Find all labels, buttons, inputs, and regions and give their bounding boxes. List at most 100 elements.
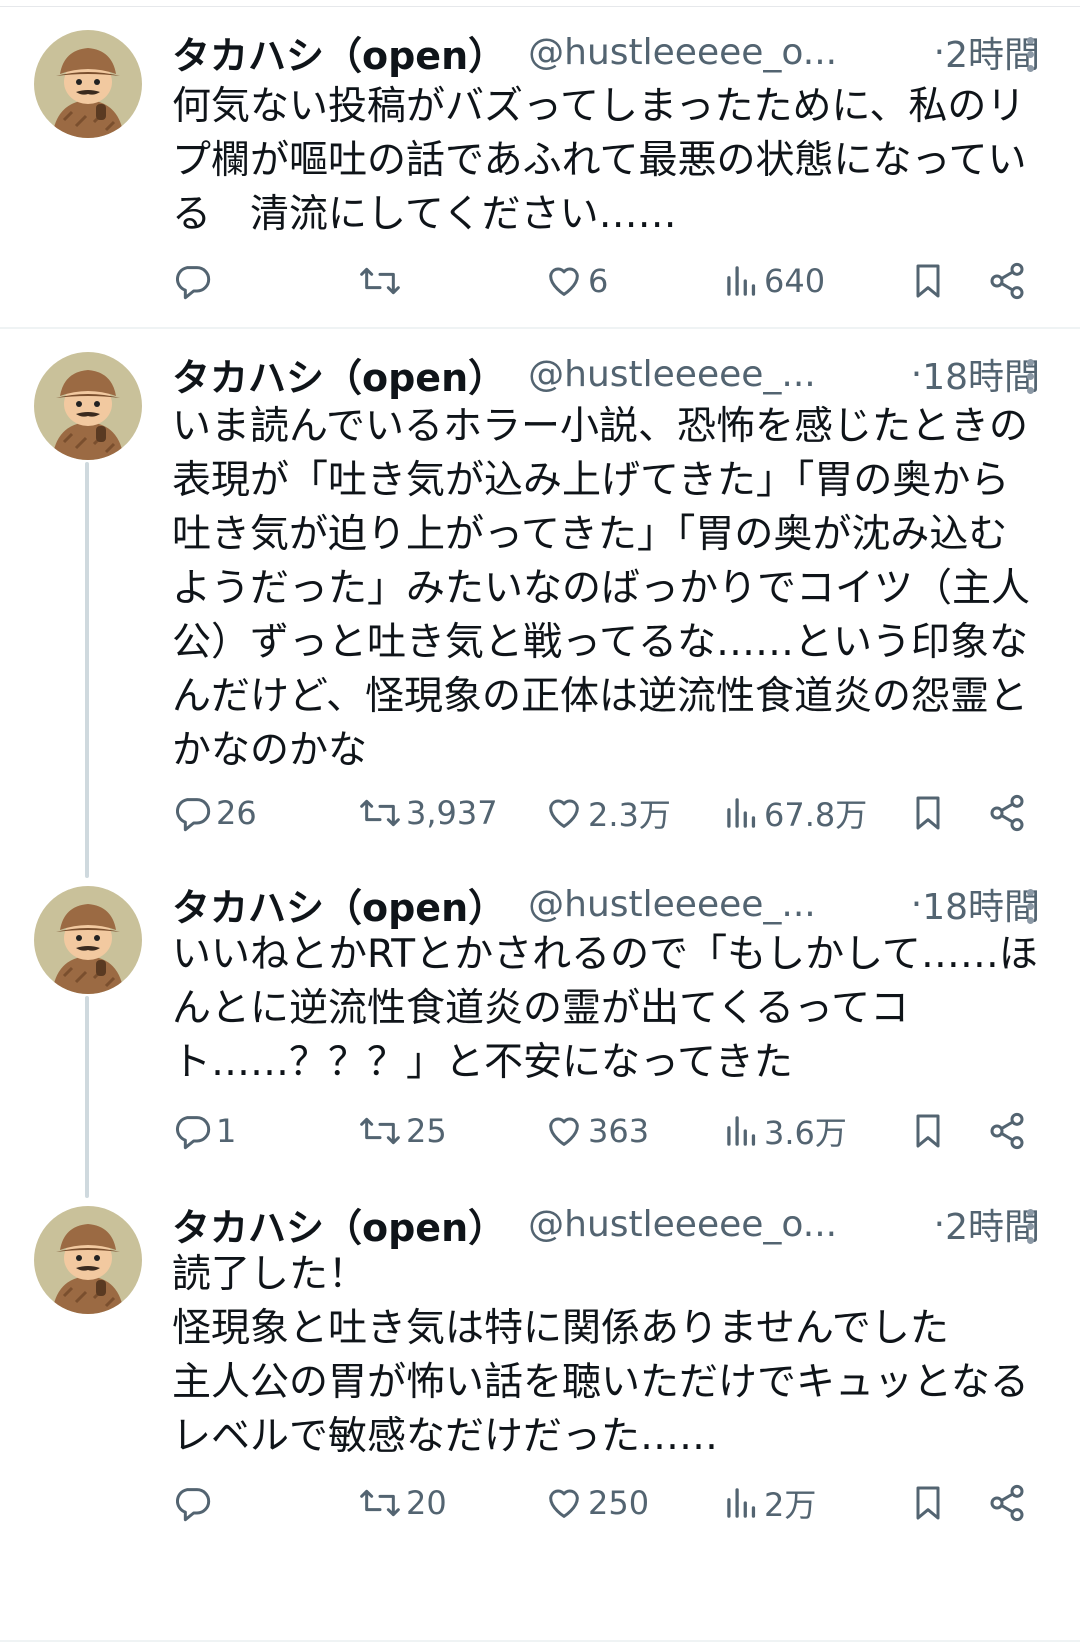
separator-dot: · xyxy=(933,31,946,73)
like-count: 6 xyxy=(588,262,609,300)
retweet-button[interactable]: 20 xyxy=(358,1478,447,1528)
like-button[interactable]: 250 xyxy=(544,1478,649,1528)
user-handle[interactable]: @hustleeeee_... xyxy=(528,884,905,925)
retweet-button[interactable]: 25 xyxy=(358,1106,447,1156)
heart-icon xyxy=(549,267,579,296)
views-button[interactable]: 3.6万 xyxy=(724,1106,847,1156)
tweet-divider xyxy=(0,327,1080,329)
views-icon xyxy=(727,798,756,828)
share-button[interactable] xyxy=(987,1106,1027,1156)
action-bar: 6 640 xyxy=(172,256,1042,306)
more-icon[interactable] xyxy=(1024,1206,1036,1246)
heart-icon xyxy=(549,1117,579,1146)
share-button[interactable] xyxy=(987,256,1027,306)
share-icon xyxy=(990,1112,1024,1150)
reply-count: 26 xyxy=(216,794,257,832)
separator-dot: · xyxy=(933,1203,946,1245)
timestamp[interactable]: 18時間 xyxy=(922,878,1040,930)
display-name[interactable]: タカハシ（open） xyxy=(172,1197,506,1252)
reply-button[interactable]: 26 xyxy=(172,788,257,838)
like-button[interactable]: 363 xyxy=(544,1106,649,1156)
share-icon xyxy=(990,262,1024,300)
separator-dot: · xyxy=(910,883,923,925)
retweet-icon xyxy=(360,267,400,295)
view-count: 67.8万 xyxy=(764,796,868,834)
bookmark-button[interactable] xyxy=(908,256,948,306)
tweet-header: タカハシ（open） @hustleeeee_... · 18時間 xyxy=(172,344,1040,404)
bookmark-icon xyxy=(916,1114,940,1148)
retweet-button[interactable] xyxy=(358,256,406,306)
action-bar: 26 3,937 2.3万 67.8万 xyxy=(172,788,1042,838)
views-button[interactable]: 640 xyxy=(724,256,825,306)
share-button[interactable] xyxy=(987,1478,1027,1528)
tweet-header: タカハシ（open） @hustleeeee_... · 18時間 xyxy=(172,874,1040,934)
user-handle[interactable]: @hustleeeee_... xyxy=(528,354,905,395)
user-handle[interactable]: @hustleeeee_o... xyxy=(528,1204,928,1245)
more-icon[interactable] xyxy=(1024,886,1036,926)
bookmark-icon xyxy=(916,796,940,830)
avatar[interactable] xyxy=(34,886,142,994)
retweet-icon xyxy=(360,1117,400,1145)
share-icon xyxy=(990,1484,1024,1522)
reply-button[interactable] xyxy=(172,1478,216,1528)
avatar[interactable] xyxy=(34,30,142,138)
like-count: 363 xyxy=(588,1112,650,1150)
reply-icon xyxy=(175,1488,211,1522)
tweet-header: タカハシ（open） @hustleeeee_o... · 2時間 xyxy=(172,1194,1040,1254)
tweet-header: タカハシ（open） @hustleeeee_o... · 2時間 xyxy=(172,22,1040,82)
reply-icon xyxy=(175,1116,211,1150)
reply-count: 1 xyxy=(216,1112,237,1150)
retweet-icon xyxy=(360,1489,400,1517)
view-count: 2万 xyxy=(764,1486,817,1524)
avatar[interactable] xyxy=(34,352,142,460)
bookmark-icon xyxy=(916,264,940,298)
bookmark-button[interactable] xyxy=(908,1478,948,1528)
display-name[interactable]: タカハシ（open） xyxy=(172,877,506,932)
reply-icon xyxy=(175,798,211,832)
like-button[interactable]: 6 xyxy=(544,256,608,306)
bookmark-icon xyxy=(916,1486,940,1520)
reply-icon xyxy=(175,266,211,300)
bookmark-button[interactable] xyxy=(908,788,948,838)
views-icon xyxy=(727,1116,756,1146)
tweet-text: いいねとかRTとかされるので「もしかして……ほんとに逆流性食道炎の霊が出てくるっ… xyxy=(172,932,1038,1085)
tweet-divider xyxy=(0,1640,1080,1642)
top-divider xyxy=(0,6,1080,7)
more-icon[interactable] xyxy=(1024,34,1036,74)
reply-button[interactable] xyxy=(172,256,216,306)
action-bar: 1 25 363 3.6万 xyxy=(172,1106,1042,1156)
bookmark-button[interactable] xyxy=(908,1106,948,1156)
views-icon xyxy=(727,266,756,296)
timestamp[interactable]: 18時間 xyxy=(922,348,1040,400)
view-count: 640 xyxy=(764,262,826,300)
action-bar: 20 250 2万 xyxy=(172,1478,1042,1528)
separator-dot: · xyxy=(910,353,923,395)
views-button[interactable]: 2万 xyxy=(724,1478,816,1528)
like-count: 2.3万 xyxy=(588,796,671,834)
heart-icon xyxy=(549,1489,579,1518)
retweet-count: 25 xyxy=(406,1112,447,1150)
views-icon xyxy=(727,1488,756,1518)
reply-button[interactable]: 1 xyxy=(172,1106,236,1156)
heart-icon xyxy=(549,799,579,828)
tweet-text: 読了した！ 怪現象と吐き気は特に関係ありませんでした 主人公の胃が怖い話を聴いた… xyxy=(172,1252,1029,1459)
more-icon[interactable] xyxy=(1024,356,1036,396)
user-handle[interactable]: @hustleeeee_o... xyxy=(528,32,928,73)
share-icon xyxy=(990,794,1024,832)
like-button[interactable]: 2.3万 xyxy=(544,788,671,838)
thread-line xyxy=(85,462,89,878)
retweet-count: 20 xyxy=(406,1484,447,1522)
view-count: 3.6万 xyxy=(764,1114,847,1152)
avatar[interactable] xyxy=(34,1206,142,1314)
display-name[interactable]: タカハシ（open） xyxy=(172,347,506,402)
tweet-text: いま読んでいるホラー小説、恐怖を感じたときの表現が「吐き気が込み上げてきた」「胃… xyxy=(172,404,1031,773)
views-button[interactable]: 67.8万 xyxy=(724,788,867,838)
like-count: 250 xyxy=(588,1484,650,1522)
thread-line xyxy=(85,996,89,1198)
share-button[interactable] xyxy=(987,788,1027,838)
retweet-button[interactable]: 3,937 xyxy=(358,788,498,838)
tweet-text: 何気ない投稿がバズってしまったために、私のリプ欄が嘔吐の話であふれて最悪の状態に… xyxy=(172,84,1027,237)
display-name[interactable]: タカハシ（open） xyxy=(172,25,506,80)
retweet-icon xyxy=(360,799,400,827)
retweet-count: 3,937 xyxy=(406,794,498,832)
